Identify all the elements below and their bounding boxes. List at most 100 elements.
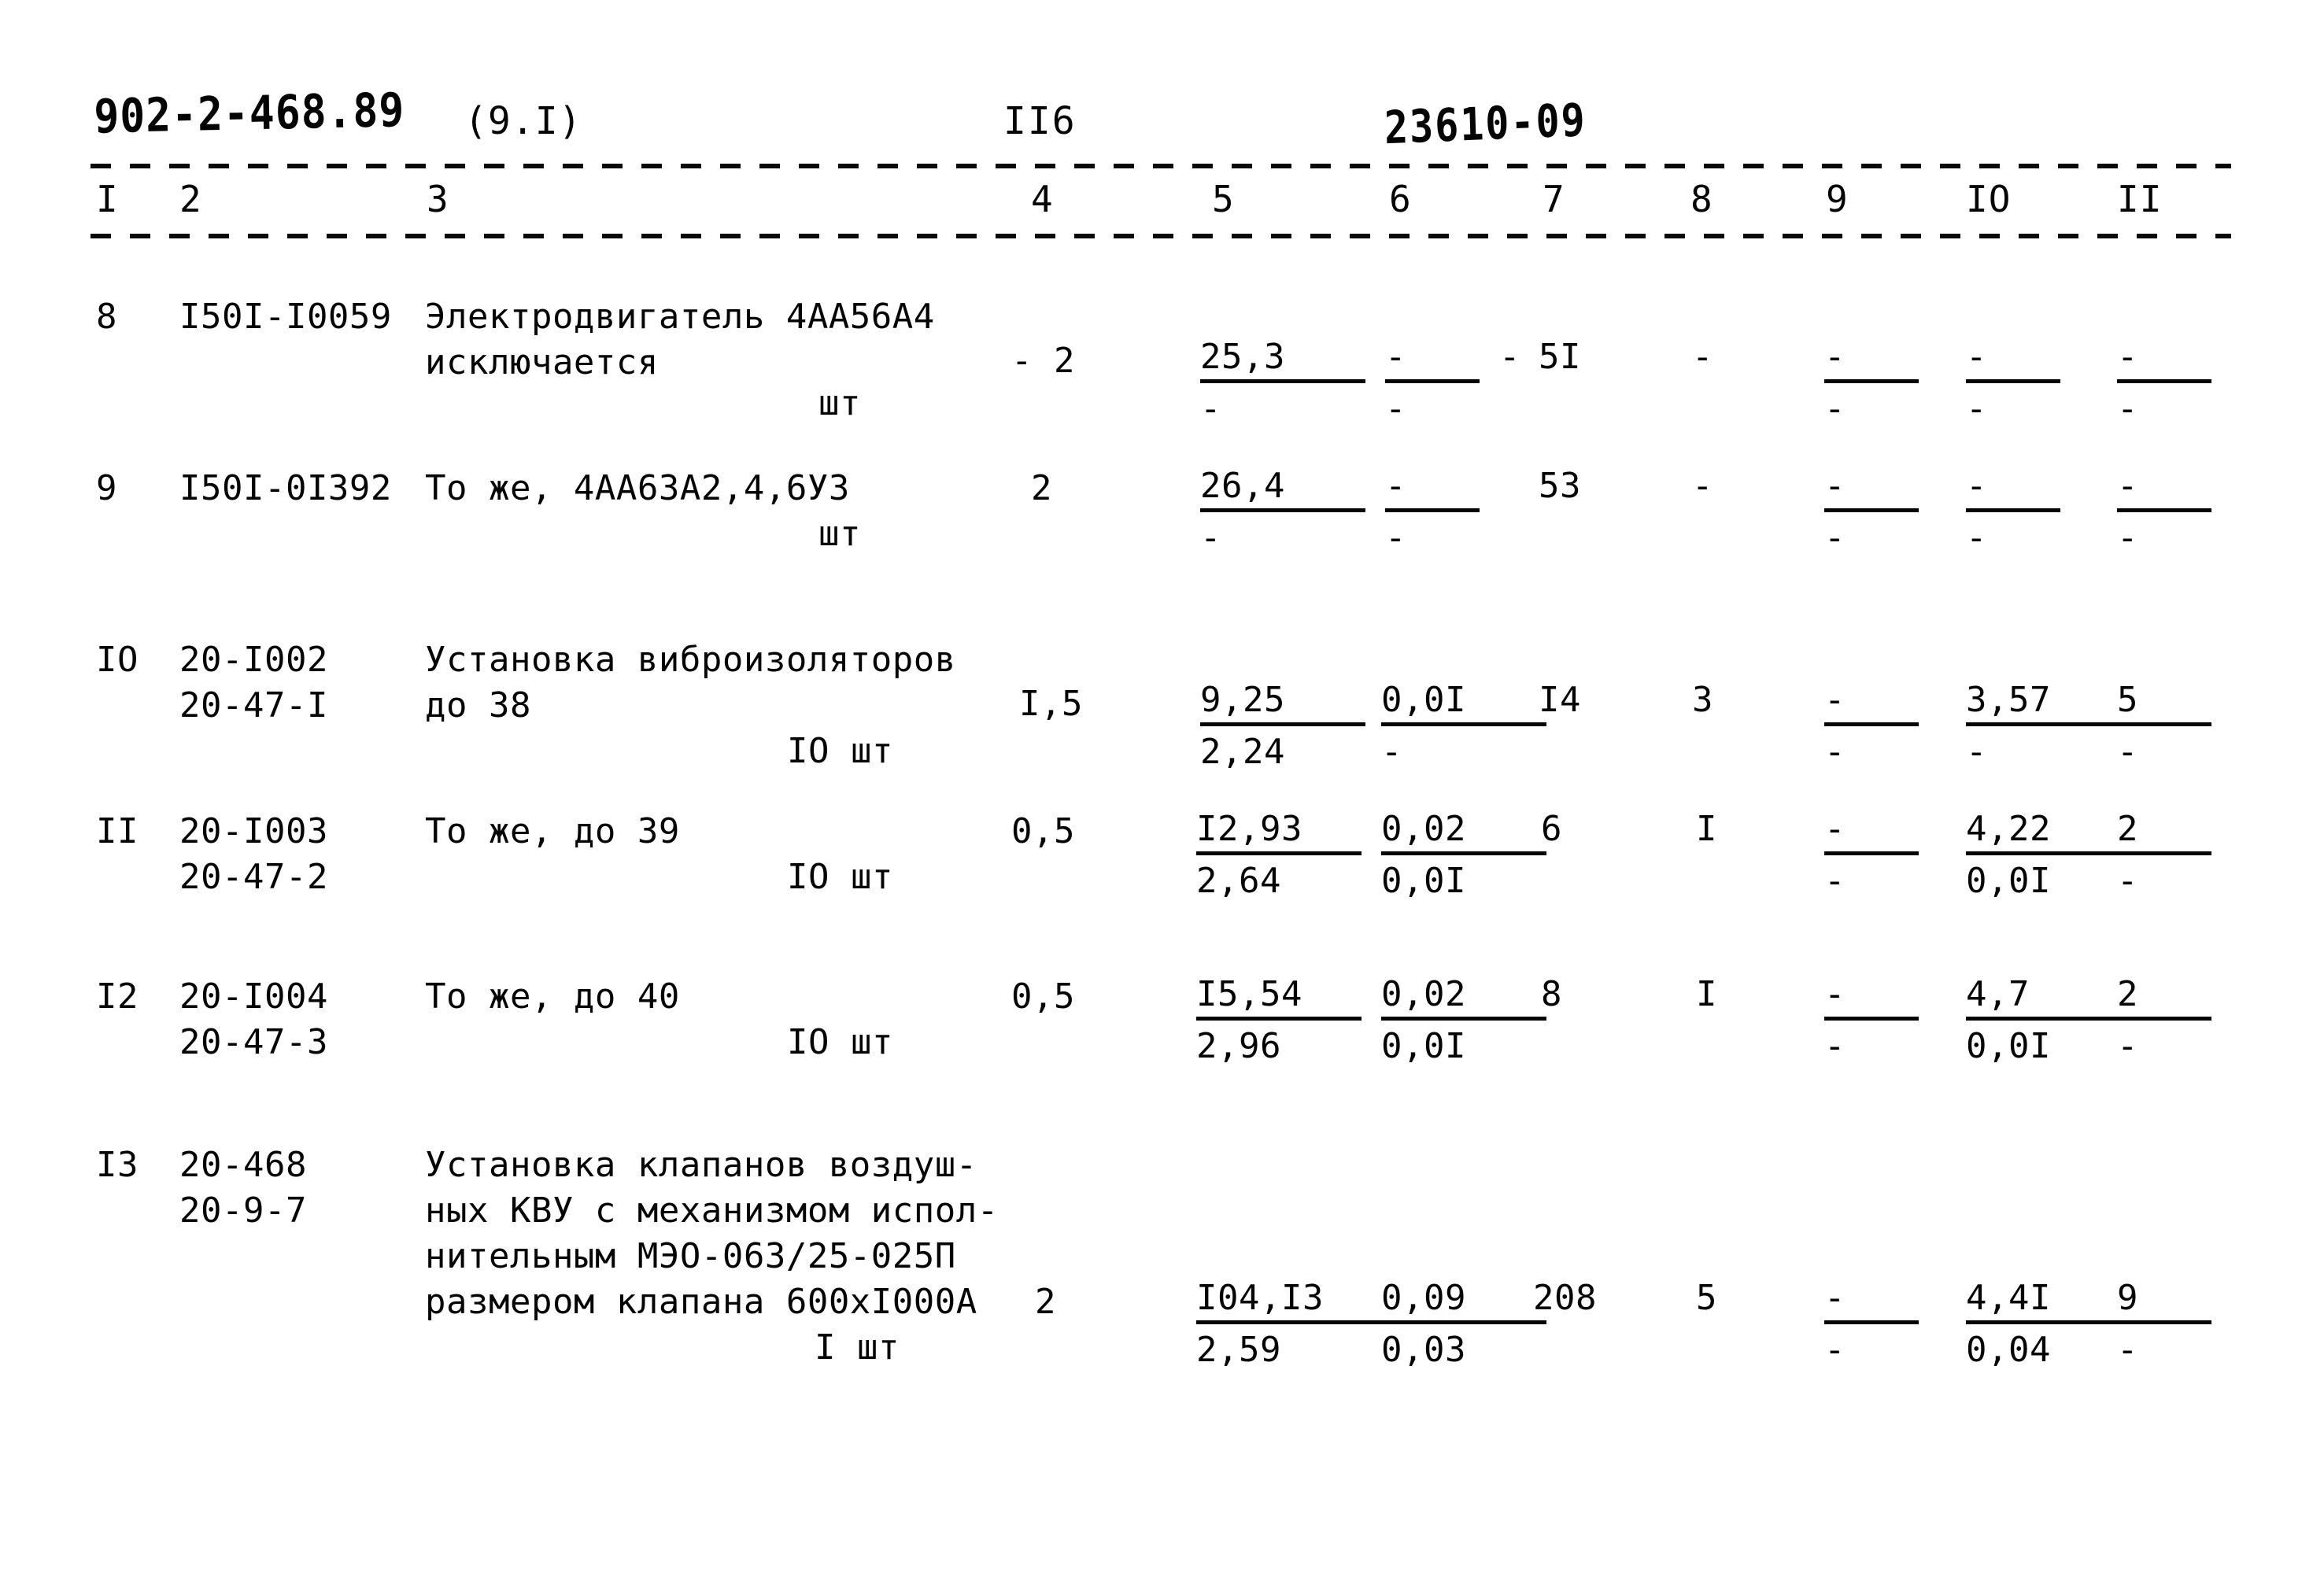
cost-salary: -: [1200, 518, 1221, 558]
row-number: I3: [96, 1145, 139, 1185]
machine-cost-total: 0,02: [1381, 974, 1546, 1021]
document-page: 902-2-468.89 (9.I) II6 23610-09 I 2 3 4 …: [0, 0, 2324, 1580]
labor-value: 8: [1541, 974, 1562, 1014]
unit-of-measure: IO шт: [787, 1022, 893, 1062]
column9-top: -: [1824, 337, 1919, 383]
row-number: 8: [96, 297, 117, 337]
column-header-6: 6: [1389, 178, 1412, 220]
column9-cell: - -: [1824, 1278, 1919, 1373]
resource-code: 20-I004 20-47-3: [179, 976, 328, 1062]
column11-bot: -: [2117, 861, 2138, 901]
machine-cost-cell: 0,0I -: [1381, 680, 1546, 775]
column11-top: 2: [2117, 809, 2211, 855]
column9-top: -: [1824, 680, 1919, 726]
document-code: 902-2-468.89: [93, 83, 405, 144]
machine-cost-total: -: [1385, 337, 1480, 383]
column10-cell: - -: [1966, 466, 2060, 561]
column9-top: -: [1824, 1278, 1919, 1324]
resource-code: I50I-I0059: [179, 297, 392, 337]
column10-top: 4,4I: [1966, 1278, 2131, 1324]
machine-cost-salary: -: [1385, 518, 1406, 558]
row-number: IO: [96, 640, 139, 680]
description: То же, до 40: [425, 976, 680, 1017]
machine-cost-salary: -: [1381, 732, 1402, 772]
machine-cost-cell: 0,09 0,03: [1381, 1278, 1546, 1373]
column9-bot: -: [1824, 732, 1846, 772]
cost-cell: I2,93 2,64: [1196, 809, 1362, 904]
unit-of-measure: шт: [818, 514, 861, 554]
cost-salary: 2,96: [1196, 1026, 1281, 1066]
table-row: I3 20-468 20-9-7 Установка клапанов возд…: [0, 1143, 2324, 1394]
quantity: - 2: [1011, 341, 1075, 381]
labor-value: 53: [1539, 466, 1581, 506]
column9-top: -: [1824, 809, 1919, 855]
table-column-headers: I 2 3 4 5 6 7 8 9 IO II: [0, 178, 2324, 228]
column-header-11: II: [2117, 178, 2163, 220]
column9-cell: - -: [1824, 974, 1919, 1069]
cost-total: 9,25: [1200, 680, 1365, 726]
machine-cost-salary: 0,03: [1381, 1330, 1466, 1370]
column11-top: 2: [2117, 974, 2211, 1021]
column10-cell: 4,4I 0,04: [1966, 1278, 2131, 1373]
quantity: 0,5: [1011, 976, 1075, 1017]
unit-of-measure: шт: [818, 383, 861, 423]
quantity: 2: [1031, 468, 1052, 508]
column11-top: 5: [2117, 680, 2211, 726]
machine-cost-total: 0,09: [1381, 1278, 1546, 1324]
column9-bot: -: [1824, 518, 1846, 558]
column-header-4: 4: [1031, 178, 1054, 220]
labor-value: 6: [1541, 809, 1562, 849]
table-rule-bottom: [91, 234, 2231, 238]
column11-top: -: [2117, 466, 2211, 512]
page-number: II6: [1003, 99, 1077, 143]
cost-total: I04,I3: [1196, 1278, 1385, 1324]
cost-salary: 2,59: [1196, 1330, 1281, 1370]
column10-cell: 3,57 -: [1966, 680, 2131, 775]
column11-cell: 2 -: [2117, 809, 2211, 904]
column11-cell: - -: [2117, 337, 2211, 432]
column9-top: -: [1824, 974, 1919, 1021]
machine-cost-salary: 0,0I: [1381, 1026, 1466, 1066]
column9-cell: - -: [1824, 809, 1919, 904]
machine-cost-salary: 0,0I: [1381, 861, 1466, 901]
machine-labor-value: -: [1692, 466, 1713, 506]
resource-code: 20-I003 20-47-2: [179, 811, 328, 897]
column9-top: -: [1824, 466, 1919, 512]
column11-bot: -: [2117, 732, 2138, 772]
column10-top: 4,7: [1966, 974, 2131, 1021]
resource-code: 20-468 20-9-7: [179, 1145, 307, 1231]
machine-cost-cell: - -: [1385, 466, 1480, 561]
column-header-3: 3: [427, 178, 449, 220]
description: То же, 4АА63А2,4,6У3: [425, 468, 850, 508]
row-number: 9: [96, 468, 117, 508]
resource-code: 20-I002 20-47-I: [179, 640, 328, 725]
labor-value: 208: [1533, 1278, 1597, 1318]
table-row: IO 20-I002 20-47-I Установка виброизолят…: [0, 637, 2324, 795]
column-header-8: 8: [1690, 178, 1713, 220]
column10-bot: -: [1966, 518, 1987, 558]
description: То же, до 39: [425, 811, 680, 851]
machine-labor-value: 3: [1692, 680, 1713, 720]
description: Электродвигатель 4АА56А4 исключается: [425, 297, 935, 382]
column9-cell: - -: [1824, 466, 1919, 561]
column10-top: -: [1966, 337, 2060, 383]
quantity: 2: [1035, 1282, 1056, 1322]
machine-cost-extra: -: [1499, 337, 1520, 377]
cost-salary: 2,24: [1200, 732, 1285, 772]
column10-bot: 0,0I: [1966, 1026, 2051, 1066]
column-header-2: 2: [179, 178, 202, 220]
quantity: 0,5: [1011, 811, 1075, 851]
column10-bot: 0,04: [1966, 1330, 2051, 1370]
table-rule-top: [91, 164, 2231, 168]
description: Установка клапанов воздуш- ных КВУ с мех…: [425, 1145, 999, 1322]
column-header-7: 7: [1543, 178, 1565, 220]
cost-total: 25,3: [1200, 337, 1365, 383]
document-header: 902-2-468.89 (9.I) II6 23610-09: [0, 47, 2324, 154]
cost-salary: 2,64: [1196, 861, 1281, 901]
column10-cell: - -: [1966, 337, 2060, 432]
column9-cell: - -: [1824, 680, 1919, 775]
machine-cost-cell: 0,02 0,0I: [1381, 809, 1546, 904]
column10-top: 3,57: [1966, 680, 2131, 726]
machine-labor-value: 5: [1696, 1278, 1717, 1318]
machine-cost-total: 0,02: [1381, 809, 1546, 855]
